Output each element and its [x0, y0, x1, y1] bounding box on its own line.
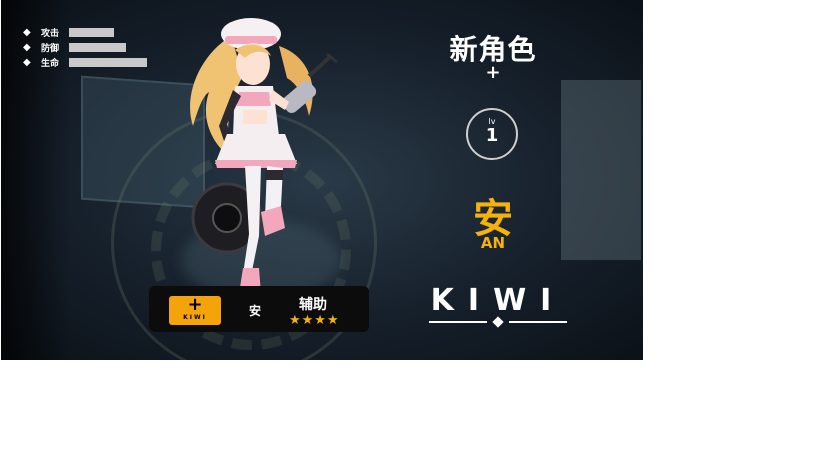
stat-label-defense: 防御 — [41, 43, 60, 54]
plus-icon: + — [187, 294, 203, 315]
character-illustration — [190, 18, 338, 294]
stat-label-health: 生命 — [41, 58, 60, 69]
add-kiwi-button[interactable]: + KIWI — [169, 296, 221, 325]
level-badge: lv 1 — [466, 108, 518, 160]
add-character-button[interactable]: + — [441, 62, 545, 83]
character-role: 辅助 — [299, 297, 327, 313]
stat-bar-attack — [69, 27, 114, 37]
stat-row-defense: ◆ 防御 — [23, 40, 126, 54]
character-name-small: 安 — [249, 304, 262, 318]
stat-bar-defense — [69, 42, 126, 52]
diamond-bullet-icon: ◆ — [23, 41, 31, 53]
stat-row-health: ◆ 生命 — [23, 55, 147, 69]
logo-diamond-icon — [492, 316, 504, 328]
background-pillar — [561, 80, 641, 260]
diamond-bullet-icon: ◆ — [23, 26, 31, 38]
add-button-caption: KIWI — [183, 314, 207, 321]
stat-bar-health — [69, 57, 147, 67]
character-info-bar: + KIWI 安 辅助 ★★★★ — [149, 286, 369, 332]
logo-text: KIWI — [431, 283, 566, 318]
game-scene: ◆ 攻击 ◆ 防御 ◆ 生命 + KIWI 安 辅助 ★★★★ 新角色 + lv… — [1, 0, 643, 360]
character-name-en: AN — [480, 234, 506, 252]
stat-label-attack: 攻击 — [41, 28, 60, 39]
level-value: 1 — [485, 125, 499, 146]
diamond-bullet-icon: ◆ — [23, 56, 31, 68]
stat-row-attack: ◆ 攻击 — [23, 25, 114, 39]
kiwi-logo: KIWI — [429, 283, 567, 328]
background-shade — [1, 0, 71, 360]
star-rating: ★★★★ — [289, 313, 340, 328]
